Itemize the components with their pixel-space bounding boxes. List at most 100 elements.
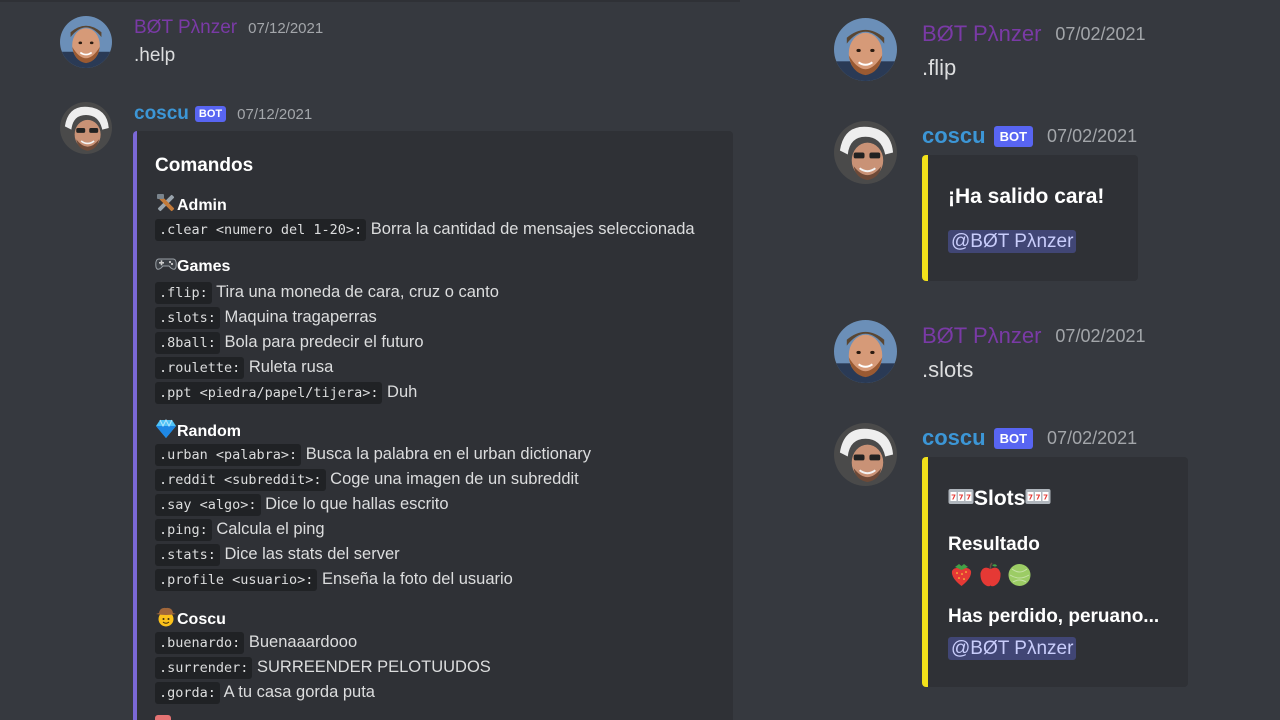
command-line: .say <algo>: Dice lo que hallas escrito xyxy=(155,494,449,516)
section-label: Random xyxy=(177,422,241,440)
avatar[interactable] xyxy=(60,16,112,68)
strawberry-icon xyxy=(948,561,975,593)
timestamp: 07/02/2021 xyxy=(1047,427,1138,448)
command-desc: Ruleta rusa xyxy=(248,358,334,376)
embed-title: Comandos xyxy=(155,155,254,176)
command-line: .roulette: Ruleta rusa xyxy=(155,357,334,379)
cowboy-face-icon xyxy=(155,607,177,632)
command-code: .stats: xyxy=(155,544,220,566)
embed-title-row: 7 7 7 Slots 7 7 7 xyxy=(948,487,1051,511)
command-desc: Calcula el ping xyxy=(216,520,325,538)
user-mention[interactable]: @BØT Pλnzer xyxy=(948,637,1077,660)
message-text: .flip xyxy=(922,55,957,80)
left-chat-panel: BØT Pλnzer 07/12/2021 .help coscu BOT 07… xyxy=(0,0,740,720)
user-mention[interactable]: @BØT Pλnzer xyxy=(948,230,1077,253)
command-line: .profile <usuario>: Enseña la foto del u… xyxy=(155,569,513,591)
command-desc: SURREENDER PELOTUUDOS xyxy=(257,658,491,676)
flip-result-embed: ¡Ha salido cara! @BØT Pλnzer xyxy=(922,155,1138,281)
avatar[interactable] xyxy=(834,18,897,81)
timestamp: 07/02/2021 xyxy=(1047,125,1138,146)
command-code: .reddit <subreddit>: xyxy=(155,469,326,491)
username[interactable]: BØT Pλnzer xyxy=(134,17,237,39)
command-code: .say <algo>: xyxy=(155,494,261,516)
command-line: .flip: Tira una moneda de cara, cruz o c… xyxy=(155,282,499,304)
tools-icon xyxy=(155,193,177,218)
bot-badge: BOT xyxy=(993,427,1034,449)
command-desc: Borra la cantidad de mensajes selecciona… xyxy=(370,220,695,238)
command-desc: Enseña la foto del usuario xyxy=(322,570,513,588)
section-title-random: Random xyxy=(155,418,241,444)
svg-text:7: 7 xyxy=(951,494,956,502)
slots-result-embed: 7 7 7 Slots 7 7 7 Resultado Has perdido,… xyxy=(922,457,1188,687)
section-label: Coscu xyxy=(177,610,226,628)
command-line: .reddit <subreddit>: Coge una imagen de … xyxy=(155,469,579,491)
command-desc: Bola para predecir el futuro xyxy=(224,333,424,351)
command-line: .clear <numero del 1-20>: Borra la canti… xyxy=(155,219,695,241)
command-desc: Busca la palabra en el urban dictionary xyxy=(305,445,592,463)
command-code: .ppt <piedra/papel/tijera>: xyxy=(155,382,383,404)
section-title-games: Games xyxy=(155,256,230,277)
command-code: .roulette: xyxy=(155,357,245,379)
timestamp: 07/12/2021 xyxy=(237,105,313,123)
gem-icon xyxy=(155,418,177,444)
section-title-admin: Admin xyxy=(155,193,227,218)
command-code: .flip: xyxy=(155,282,212,304)
help-embed: Comandos Admin .clear <numero del 1-20>:… xyxy=(133,131,733,720)
username[interactable]: coscu xyxy=(922,425,986,451)
svg-text:7: 7 xyxy=(966,494,971,502)
embed-title: ¡Ha salido cara! xyxy=(948,185,1105,208)
section-label: Admin xyxy=(177,196,227,214)
mention-line: @BØT Pλnzer xyxy=(948,637,1077,660)
username[interactable]: coscu xyxy=(922,123,986,149)
section-title-coscu: Coscu xyxy=(155,607,226,632)
command-code: .slots: xyxy=(155,307,220,329)
slot-machine-icon: 7 7 7 xyxy=(1025,487,1051,511)
command-line: .ppt <piedra/papel/tijera>: Duh xyxy=(155,382,418,404)
bot-badge: BOT xyxy=(194,106,227,122)
message-text: .slots xyxy=(922,357,974,382)
command-line: .8ball: Bola para predecir el futuro xyxy=(155,332,424,354)
field-name: Resultado xyxy=(948,534,1040,555)
svg-text:7: 7 xyxy=(1043,494,1048,502)
timestamp: 07/12/2021 xyxy=(248,19,324,37)
command-code: .clear <numero del 1-20>: xyxy=(155,219,367,241)
username[interactable]: BØT Pλnzer xyxy=(922,323,1041,349)
command-line: .buenardo: Buenaaardooo xyxy=(155,632,358,654)
section-label: Games xyxy=(177,257,231,275)
username[interactable]: BØT Pλnzer xyxy=(922,21,1041,47)
svg-text:7: 7 xyxy=(1036,494,1041,502)
embed-accent-bar xyxy=(922,155,928,281)
timestamp: 07/02/2021 xyxy=(1055,325,1146,346)
command-line: .ping: Calcula el ping xyxy=(155,519,325,541)
command-desc: Maquina tragaperras xyxy=(224,308,377,326)
command-code: .8ball: xyxy=(155,332,220,354)
svg-text:7: 7 xyxy=(1028,494,1033,502)
result-row xyxy=(948,561,1033,593)
command-desc: Tira una moneda de cara, cruz o canto xyxy=(216,283,499,301)
command-desc: Dice las stats del server xyxy=(224,545,400,563)
timestamp: 07/02/2021 xyxy=(1055,23,1146,44)
apple-icon xyxy=(977,561,1004,593)
command-line: .surrender: SURREENDER PELOTUUDOS xyxy=(155,657,491,679)
melon-icon xyxy=(1006,561,1033,593)
username[interactable]: coscu xyxy=(134,103,189,125)
slot-machine-icon: 7 7 7 xyxy=(948,487,974,511)
embed-accent-bar xyxy=(133,131,137,720)
embed-accent-bar xyxy=(922,457,928,687)
command-line: .stats: Dice las stats del server xyxy=(155,544,400,566)
command-desc: Coge una imagen de un subreddit xyxy=(330,470,579,488)
avatar[interactable] xyxy=(834,423,897,486)
avatar[interactable] xyxy=(834,121,897,184)
command-code: .buenardo: xyxy=(155,632,245,654)
svg-text:7: 7 xyxy=(959,494,964,502)
command-line: .gorda: A tu casa gorda puta xyxy=(155,682,375,704)
command-line: .urban <palabra>: Busca la palabra en el… xyxy=(155,444,592,466)
command-desc: Duh xyxy=(387,383,418,401)
avatar[interactable] xyxy=(834,320,897,383)
command-desc: Buenaaardooo xyxy=(248,633,358,651)
command-code: .urban <palabra>: xyxy=(155,444,302,466)
avatar[interactable] xyxy=(60,102,112,154)
next-section-emoji-partial xyxy=(155,715,171,720)
command-desc: Dice lo que hallas escrito xyxy=(265,495,449,513)
command-desc: A tu casa gorda puta xyxy=(223,683,375,701)
